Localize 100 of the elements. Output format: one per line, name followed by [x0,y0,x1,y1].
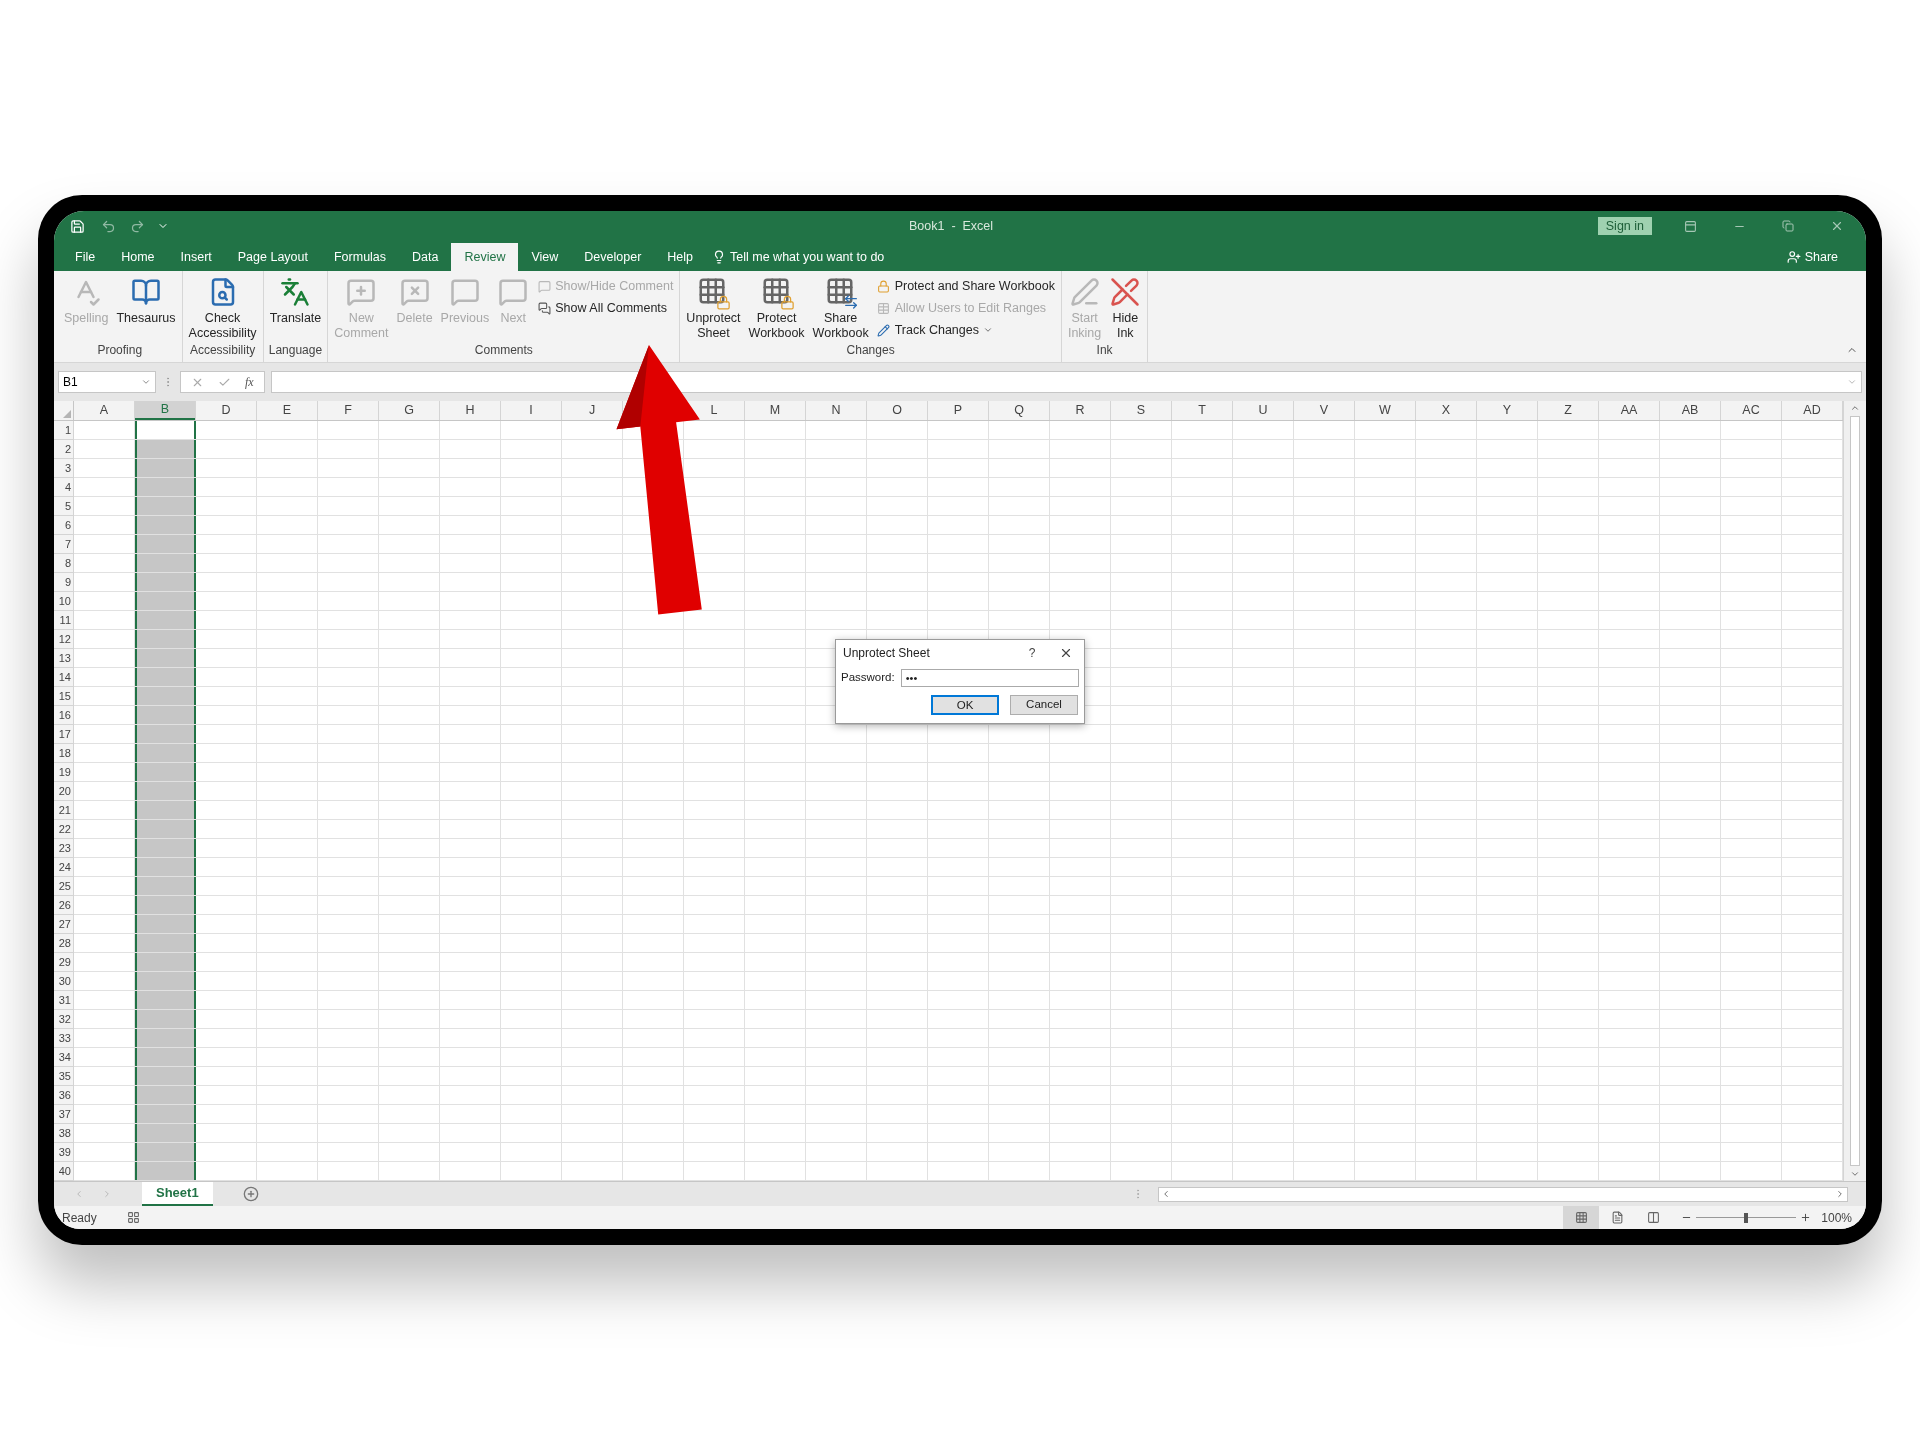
zoom-in-icon[interactable] [1800,1212,1812,1223]
column-header[interactable]: J [588,401,596,420]
selected-cell[interactable] [135,478,196,496]
ribbon-tab[interactable]: Home [108,243,168,271]
column-header[interactable]: P [953,401,963,420]
row-number[interactable]: 28 [54,934,74,953]
selected-cell[interactable] [135,1124,196,1142]
password-field[interactable]: ••• [900,669,1079,687]
row-number[interactable]: 25 [54,877,74,896]
ribbon-tab[interactable]: File [62,243,109,271]
zoom-thumb[interactable] [1744,1212,1749,1223]
column-header[interactable]: X [1441,401,1451,420]
selected-cell[interactable] [135,687,196,705]
ribbon-button[interactable]: Translate [266,274,325,326]
selected-cell[interactable] [135,1010,196,1028]
row-number[interactable]: 37 [54,1105,74,1124]
selected-cell[interactable] [135,782,196,800]
selected-cell[interactable] [135,459,196,477]
row-number[interactable]: 24 [54,858,74,877]
column-header[interactable]: Y [1502,401,1512,420]
vertical-scrollbar[interactable] [1843,401,1866,1181]
selected-cell[interactable] [135,668,196,686]
row-number[interactable]: 2 [54,440,74,459]
ribbon-tab[interactable]: Insert [167,243,225,271]
ribbon-tab[interactable]: Developer [571,243,655,271]
row-number[interactable]: 17 [54,725,74,744]
selected-cell[interactable] [135,991,196,1009]
selected-cell[interactable] [135,801,196,819]
sheet-tab[interactable]: Sheet1 [142,1182,213,1206]
selected-cell[interactable] [135,858,196,876]
scroll-down-icon[interactable] [1850,1169,1860,1179]
row-number[interactable]: 14 [54,668,74,687]
ribbon-button[interactable]: Hide Ink [1106,274,1145,341]
selected-cell[interactable] [135,1067,196,1085]
column-header[interactable]: I [529,401,533,420]
selected-cell[interactable] [135,573,196,591]
row-number[interactable]: 3 [54,459,74,478]
selected-cell[interactable] [135,706,196,724]
ribbon-button[interactable]: Thesaurus [113,274,179,326]
ribbon-button[interactable]: Protect Workbook [745,274,808,341]
column-header[interactable]: N [831,401,841,420]
row-number[interactable]: 23 [54,839,74,858]
selected-cell[interactable] [135,1143,196,1161]
add-sheet-icon[interactable] [242,1186,259,1202]
column-header[interactable]: F [344,401,352,420]
row-number[interactable]: 29 [54,953,74,972]
selected-cell[interactable] [135,744,196,762]
close-icon[interactable] [1059,646,1073,660]
ribbon-button[interactable]: Protect and Share Workbook [873,276,1058,296]
selected-cell[interactable] [135,592,196,610]
selected-cell[interactable] [135,877,196,895]
selected-cell[interactable] [135,1162,196,1180]
row-number[interactable]: 13 [54,649,74,668]
column-header[interactable]: U [1258,401,1268,420]
row-number[interactable]: 8 [54,554,74,573]
tell-me-field[interactable]: Tell me what you want to do [712,243,885,271]
selected-cell[interactable] [135,1048,196,1066]
selected-cell[interactable] [135,440,196,458]
row-number[interactable]: 31 [54,991,74,1010]
row-number[interactable]: 36 [54,1086,74,1105]
selected-cell[interactable] [135,611,196,629]
row-number[interactable]: 32 [54,1010,74,1029]
active-cell[interactable] [135,421,196,439]
share-button[interactable]: Share [1786,243,1838,271]
zoom-slider[interactable] [1696,1212,1797,1223]
selected-cell[interactable] [135,497,196,515]
row-number[interactable]: 38 [54,1124,74,1143]
row-number[interactable]: 1 [54,421,74,440]
column-header[interactable]: D [221,401,231,420]
row-number[interactable]: 21 [54,801,74,820]
column-header[interactable]: S [1136,401,1146,420]
horizontal-scrollbar[interactable] [1158,1186,1848,1202]
ribbon-tab[interactable]: View [518,243,572,271]
save-icon[interactable] [70,218,85,234]
dialog-button[interactable]: Cancel [1010,695,1078,715]
column-header[interactable]: M [769,401,781,420]
column-header[interactable]: L [710,401,718,420]
row-number[interactable]: 7 [54,535,74,554]
ribbon-button[interactable]: Unprotect Sheet [683,274,744,341]
column-header[interactable]: G [404,401,414,420]
selected-cell[interactable] [135,915,196,933]
row-number[interactable]: 11 [54,611,74,630]
ribbon-button[interactable]: Check Accessibility [185,274,260,341]
selected-cell[interactable] [135,1086,196,1104]
column-header[interactable]: AD [1803,401,1821,420]
insert-function-button[interactable]: fx [245,373,254,391]
row-number[interactable]: 22 [54,820,74,839]
row-number[interactable]: 15 [54,687,74,706]
selected-cell[interactable] [135,725,196,743]
selected-cell[interactable] [135,1105,196,1123]
ribbon-tab[interactable]: Review [451,243,519,271]
ribbon-display-icon[interactable] [1684,219,1697,233]
selected-cell[interactable] [135,896,196,914]
ribbon-tab[interactable]: Data [399,243,452,271]
column-header[interactable]: B [135,401,195,420]
macro-record-icon[interactable] [126,1211,140,1224]
selected-cell[interactable] [135,953,196,971]
column-header[interactable]: H [465,401,475,420]
column-header[interactable]: AC [1742,401,1760,420]
scroll-up-icon[interactable] [1850,403,1860,413]
